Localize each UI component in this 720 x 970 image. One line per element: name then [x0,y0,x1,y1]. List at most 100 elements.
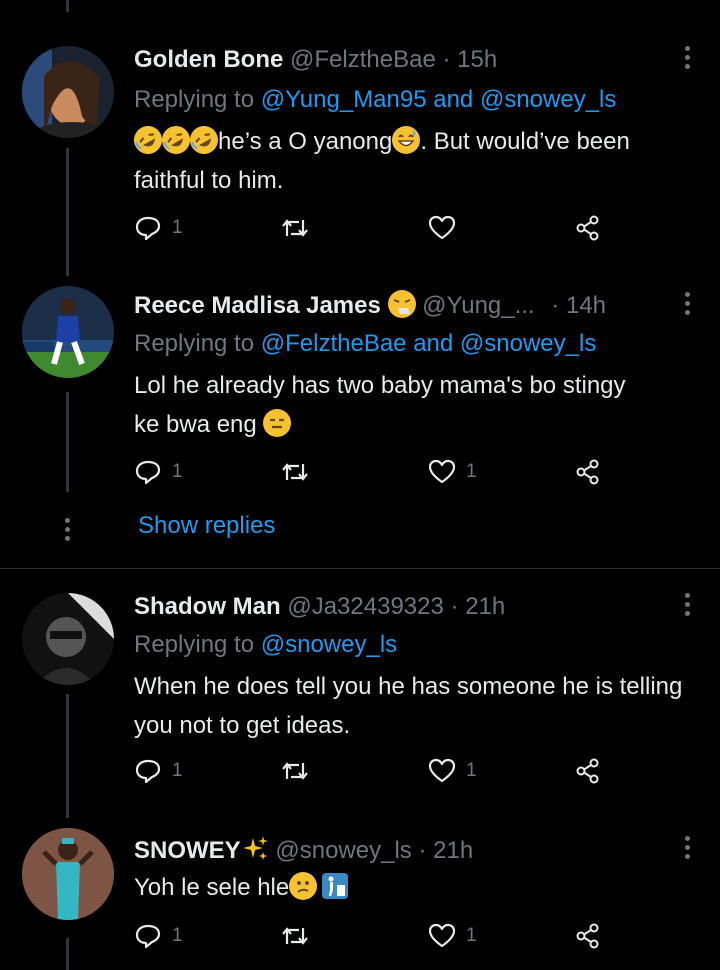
timestamp[interactable]: 14h [566,292,606,319]
more-options-icon[interactable] [684,836,690,859]
action-bar: 1 1 [134,922,614,954]
separator-dot: · [442,46,451,73]
more-options-icon[interactable] [684,46,690,69]
tweet-shadow-man[interactable]: Shadow Man @Ja32439323 · 21h Replying to… [0,569,720,814]
separator-dot: · [551,292,560,319]
display-name[interactable]: SNOWEY [134,837,241,864]
display-name[interactable]: Golden Bone [134,46,283,73]
share-button[interactable] [574,922,602,950]
retweet-button[interactable] [280,922,310,950]
tweet-text-part-a: he’s a O yanong [218,128,393,155]
retweet-icon [282,927,308,945]
thread-continuation-dots-icon [65,518,70,541]
avatar[interactable] [22,593,114,685]
action-bar: 1 1 [134,458,614,490]
replying-to-users[interactable]: @FelztheBae and @snowey_ls [261,330,597,357]
reply-count: 1 [172,217,183,238]
put-litter-in-its-place-icon [321,872,349,900]
tweet-text: Lol he already has two baby mama's bo st… [134,366,654,444]
separator-dot: · [450,593,459,620]
timestamp[interactable]: 21h [433,837,473,864]
display-name[interactable]: Shadow Man [134,593,281,620]
share-icon [576,923,599,949]
reply-button[interactable]: 1 [134,214,183,242]
heart-icon [428,459,456,484]
reply-button[interactable]: 1 [134,922,183,950]
expressionless-face-icon [263,409,292,437]
timestamp[interactable]: 15h [457,46,497,73]
tweet-header: Shadow Man @Ja32439323 · 21h [134,593,660,621]
tweet-golden-bone[interactable]: Golden Bone @FelztheBae · 15h Replying t… [0,0,720,270]
like-button[interactable]: 1 [428,922,477,950]
display-name[interactable]: Reece Madlisa James [134,292,381,319]
reply-button[interactable]: 1 [134,757,183,785]
tweet-text: he’s a O yanong. But would’ve been faith… [128,120,704,200]
heart-icon [428,923,456,948]
reply-icon [135,759,161,784]
reply-icon [135,924,161,949]
reply-button[interactable]: 1 [134,458,183,486]
heart-icon [428,758,456,783]
tweet-snowey[interactable]: SNOWEY @snowey_ls · 21h Yoh le sele hle … [0,814,720,970]
timestamp[interactable]: 21h [465,593,505,620]
avatar[interactable] [22,46,114,138]
replying-prefix: Replying to [134,86,255,113]
share-button[interactable] [574,757,602,785]
replying-to-users[interactable]: @snowey_ls [261,631,397,658]
tweet-header: Golden Bone @FelztheBae · 15h [134,46,660,74]
like-button[interactable] [428,214,466,242]
user-handle[interactable]: @Yung_... [422,292,534,319]
replying-to: Replying to @snowey_ls [134,631,397,659]
replying-prefix: Replying to [134,330,255,357]
action-bar: 1 1 [134,757,614,789]
avatar[interactable] [22,828,114,920]
share-icon [576,758,599,784]
reply-count: 1 [172,461,183,482]
tweet-reece-madlisa-james[interactable]: Reece Madlisa James @Yung_... · 14h Repl… [0,270,720,510]
user-handle[interactable]: @FelztheBae [290,46,436,73]
tweet-text: Yoh le sele hle [134,868,704,907]
retweet-button[interactable] [280,757,310,785]
reply-icon [135,216,161,241]
action-bar: 1 [134,214,614,246]
reply-icon [135,460,161,485]
retweet-icon [282,762,308,780]
reply-count: 1 [172,760,183,781]
like-count: 1 [466,925,477,946]
like-button[interactable]: 1 [428,757,477,785]
show-replies-link[interactable]: Show replies [138,512,275,540]
tweet-header: SNOWEY @snowey_ls · 21h [134,836,660,869]
retweet-button[interactable] [280,214,310,242]
tweet-header: Reece Madlisa James @Yung_... · 14h [134,290,660,320]
more-options-icon[interactable] [684,292,690,315]
share-button[interactable] [574,458,602,486]
share-button[interactable] [574,214,602,242]
grinning-sweat-icon [392,126,421,154]
avatar[interactable] [22,286,114,378]
user-handle[interactable]: @Ja32439323 [287,593,444,620]
sneezing-face-icon [387,290,416,318]
like-button[interactable]: 1 [428,458,477,486]
replying-to-users[interactable]: @Yung_Man95 and @snowey_ls [261,86,617,113]
tweet-text-content: When he does tell you he has someone he … [134,673,683,739]
share-icon [576,215,599,241]
more-options-icon[interactable] [684,593,690,616]
tweet-text-content: Lol he already has two baby mama's bo st… [134,372,626,438]
tweet-text-content: Yoh le sele hle [134,874,290,901]
sparkles-icon [241,836,269,869]
like-count: 1 [466,461,477,482]
like-count: 1 [466,760,477,781]
user-handle[interactable]: @snowey_ls [275,837,411,864]
heart-icon [428,215,456,240]
retweet-button[interactable] [280,458,310,486]
replying-to: Replying to @FelztheBae and @snowey_ls [134,330,596,358]
retweet-icon [282,463,308,481]
confused-face-icon [289,872,318,900]
share-icon [576,459,599,485]
retweet-icon [282,219,308,237]
tweet-text: When he does tell you he has someone he … [134,667,704,745]
replying-to: Replying to @Yung_Man95 and @snowey_ls [134,86,616,114]
replying-prefix: Replying to [134,631,255,658]
reply-count: 1 [172,925,183,946]
separator-dot: · [418,837,427,864]
